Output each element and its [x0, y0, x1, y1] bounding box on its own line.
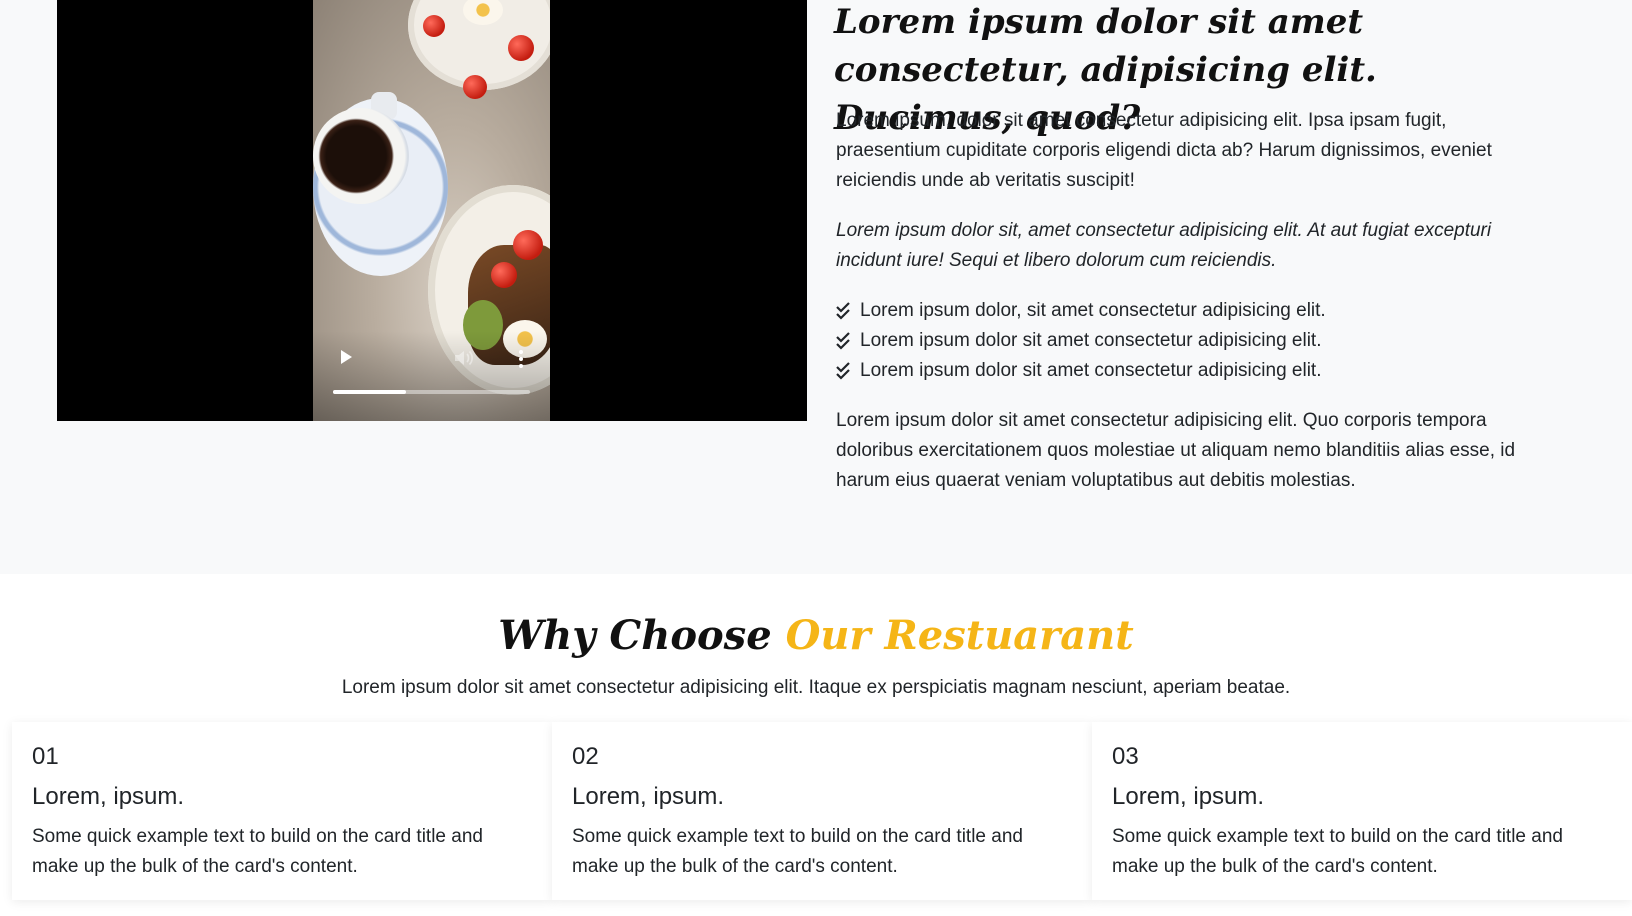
- checklist-item: Lorem ipsum dolor, sit amet consectetur …: [836, 296, 1326, 326]
- about-paragraph-2: Lorem ipsum dolor sit, amet consectetur …: [836, 220, 1492, 271]
- video-still-tomato: [463, 75, 487, 99]
- volume-icon[interactable]: [453, 349, 475, 367]
- why-choose-title-main: Why Choose: [498, 612, 786, 659]
- card-number: 01: [32, 743, 59, 770]
- play-icon[interactable]: [341, 350, 352, 364]
- card-title: Lorem, ipsum.: [1112, 783, 1265, 810]
- card-number: 02: [572, 743, 599, 770]
- video-still-tomato: [513, 230, 543, 260]
- feature-card: 03 Lorem, ipsum. Some quick example text…: [1092, 722, 1632, 900]
- why-choose-title: Why Choose Our Restuarant: [0, 608, 1632, 664]
- video-still-cup: [313, 108, 409, 204]
- video-still-tomato: [491, 262, 517, 288]
- video-still-tomato: [508, 35, 534, 61]
- more-vert-icon[interactable]: [518, 350, 524, 368]
- double-check-icon: [836, 362, 850, 380]
- card-text: Some quick example text to build on the …: [572, 826, 1023, 877]
- card-text: Some quick example text to build on the …: [32, 826, 483, 877]
- why-choose-section: Why Choose Our Restuarant Lorem ipsum do…: [0, 574, 1632, 916]
- checklist-item-label: Lorem ipsum dolor sit amet consectetur a…: [860, 360, 1322, 381]
- checklist-item-label: Lorem ipsum dolor, sit amet consectetur …: [860, 300, 1326, 321]
- about-section: Lorem ipsum dolor sit amet consectetur, …: [0, 0, 1632, 574]
- double-check-icon: [836, 332, 850, 350]
- double-check-icon: [836, 302, 850, 320]
- card-number: 03: [1112, 743, 1139, 770]
- video-still-tomato: [423, 15, 445, 37]
- feature-card: 02 Lorem, ipsum. Some quick example text…: [552, 722, 1092, 900]
- about-paragraph-3: Lorem ipsum dolor sit amet consectetur a…: [836, 410, 1516, 491]
- card-title: Lorem, ipsum.: [32, 783, 185, 810]
- video-player[interactable]: [57, 0, 807, 421]
- checklist-item-label: Lorem ipsum dolor sit amet consectetur a…: [860, 330, 1322, 351]
- why-choose-title-accent: Our Restuarant: [785, 612, 1134, 659]
- feature-checklist: Lorem ipsum dolor, sit amet consectetur …: [836, 296, 1326, 386]
- video-progress-fill: [333, 390, 406, 394]
- about-paragraph-1: Lorem ipsum, dolor sit amet consectetur …: [836, 110, 1492, 191]
- card-text: Some quick example text to build on the …: [1112, 826, 1563, 877]
- why-choose-subtitle: Lorem ipsum dolor sit amet consectetur a…: [341, 677, 1291, 698]
- video-frame[interactable]: [313, 0, 550, 421]
- card-title: Lorem, ipsum.: [572, 783, 725, 810]
- checklist-item: Lorem ipsum dolor sit amet consectetur a…: [836, 356, 1326, 386]
- checklist-item: Lorem ipsum dolor sit amet consectetur a…: [836, 326, 1326, 356]
- video-progress-bar[interactable]: [333, 390, 530, 394]
- video-controls: [313, 331, 550, 421]
- feature-card: 01 Lorem, ipsum. Some quick example text…: [12, 722, 552, 900]
